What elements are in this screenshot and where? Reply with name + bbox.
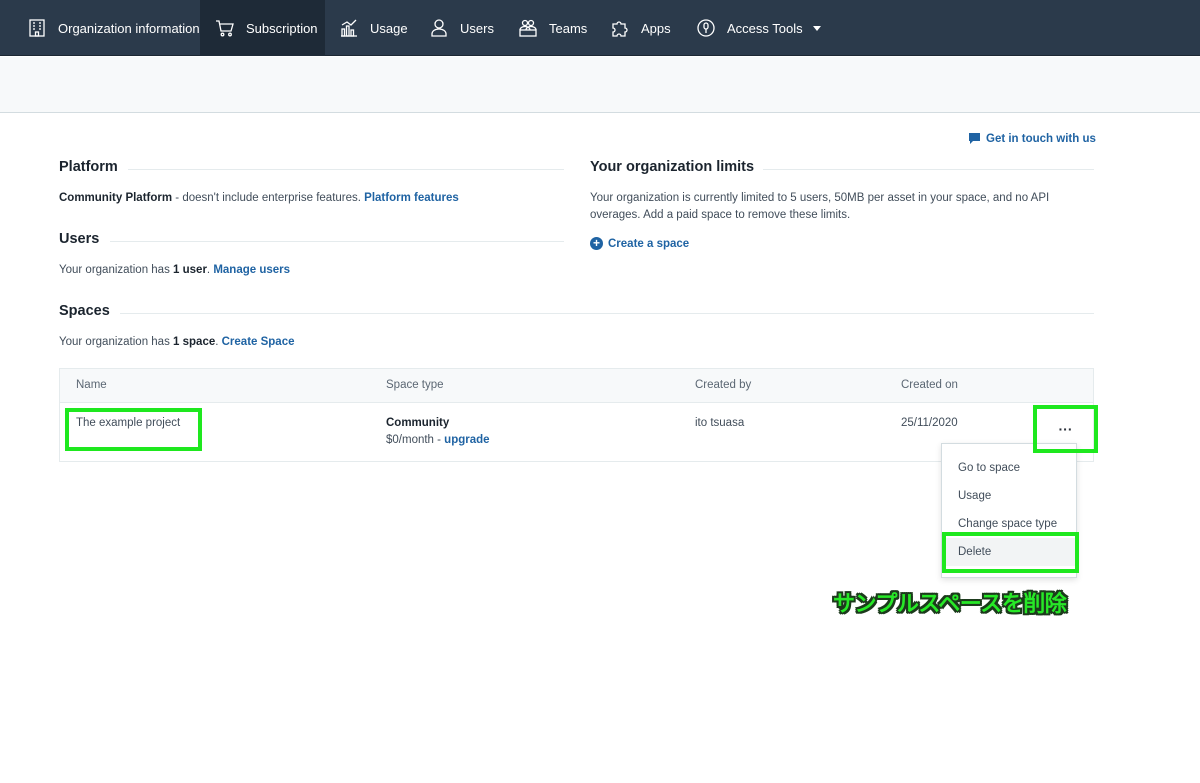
limits-line-1: Your organization is currently limited t…	[590, 192, 1050, 204]
nav-subscription[interactable]: Subscription	[200, 0, 325, 56]
chevron-down-icon	[812, 25, 821, 31]
table-header: Name Space type Created by Created on	[60, 369, 1093, 403]
nav-label: Users	[460, 20, 494, 36]
spaces-table: Name Space type Created by Created on Th…	[59, 368, 1094, 462]
cart-icon	[215, 18, 235, 38]
get-in-touch-label: Get in touch with us	[986, 132, 1096, 145]
users-description: Your organization has 1 user. Manage use…	[59, 264, 291, 276]
column-header-created-on[interactable]: Created on	[901, 379, 958, 391]
nav-organization-information[interactable]: Organization information	[27, 0, 200, 56]
nav-access-tools[interactable]: Access Tools	[696, 0, 821, 56]
space-type: Community	[386, 417, 450, 429]
nav-usage[interactable]: Usage	[339, 0, 408, 56]
create-space-link[interactable]: Create Space	[222, 336, 295, 348]
platform-name: Community Platform	[59, 192, 173, 204]
nav-label: Usage	[370, 20, 408, 36]
platform-description: Community Platform - doesn't include ent…	[59, 192, 459, 204]
nav-label: Subscription	[246, 20, 318, 36]
column-header-created-by[interactable]: Created by	[695, 379, 751, 391]
page-header-band	[0, 57, 1200, 113]
divider	[128, 169, 564, 170]
annotation-caption: サンプルスペースを削除	[833, 591, 1067, 616]
manage-users-link[interactable]: Manage users	[213, 264, 290, 276]
limits-line-2: overages. Add a paid space to remove the…	[590, 209, 851, 221]
highlight-box-delete	[942, 532, 1079, 573]
highlight-box-actions-button	[1033, 405, 1098, 453]
platform-features-link[interactable]: Platform features	[364, 192, 459, 204]
created-by: ito tsuasa	[695, 417, 745, 429]
space-price: $0/month - upgrade	[386, 434, 490, 446]
menu-item-go-to-space[interactable]: Go to space	[942, 454, 1076, 482]
building-icon	[27, 18, 47, 38]
users-heading: Users	[59, 231, 100, 247]
create-a-space-label: Create a space	[608, 237, 690, 250]
nav-label: Access Tools	[727, 20, 803, 36]
plus-circle-icon: +	[590, 237, 603, 250]
divider	[763, 169, 1094, 170]
team-icon	[518, 18, 538, 38]
column-header-name[interactable]: Name	[76, 379, 107, 391]
get-in-touch-link[interactable]: Get in touch with us	[968, 132, 1096, 145]
nav-apps[interactable]: Apps	[610, 0, 671, 56]
user-icon	[429, 18, 449, 38]
menu-item-usage[interactable]: Usage	[942, 482, 1076, 510]
spaces-heading: Spaces	[59, 303, 110, 319]
nav-users[interactable]: Users	[429, 0, 494, 56]
chat-icon	[968, 132, 981, 145]
highlight-box-space-name	[65, 408, 202, 451]
nav-label: Apps	[641, 20, 671, 36]
nav-teams[interactable]: Teams	[518, 0, 587, 56]
upgrade-link[interactable]: upgrade	[444, 434, 489, 446]
top-navigation: Organization information Subscription Us…	[0, 0, 1200, 56]
divider	[120, 313, 1094, 314]
column-header-space-type[interactable]: Space type	[386, 379, 444, 391]
limits-heading: Your organization limits	[590, 159, 755, 175]
divider	[110, 241, 564, 242]
create-a-space-button[interactable]: + Create a space	[590, 237, 689, 250]
created-on: 25/11/2020	[901, 417, 958, 429]
spaces-description: Your organization has 1 space. Create Sp…	[59, 336, 295, 348]
platform-heading: Platform	[59, 159, 118, 175]
puzzle-icon	[610, 18, 630, 38]
bar-chart-icon	[339, 18, 359, 38]
key-icon	[696, 18, 716, 38]
nav-label: Organization information	[58, 20, 200, 36]
nav-label: Teams	[549, 20, 588, 36]
